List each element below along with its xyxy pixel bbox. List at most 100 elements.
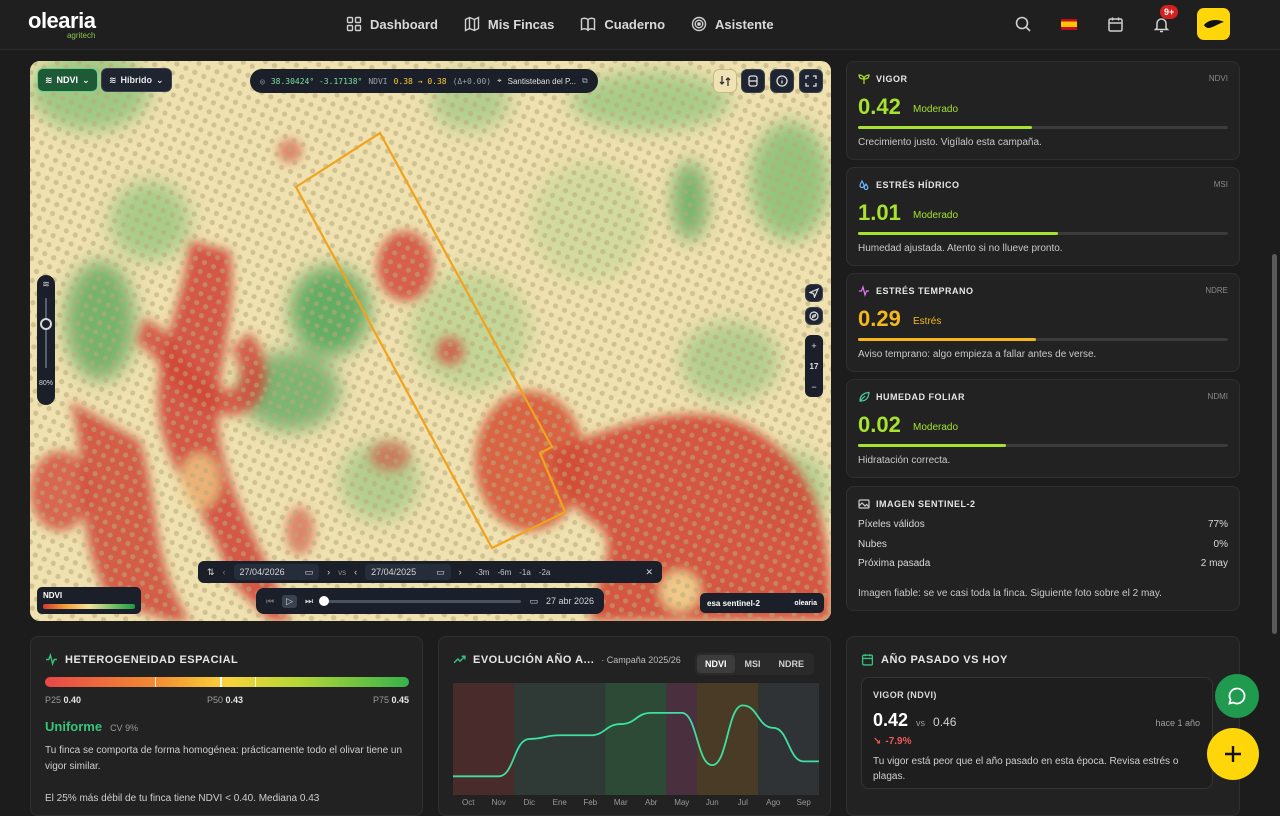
skip-forward-icon[interactable]: ⏭	[305, 596, 313, 607]
opacity-track[interactable]	[45, 298, 47, 368]
basemap-selector[interactable]: ≋ Híbrido ⌄	[101, 68, 172, 92]
x-tick-label: Oct	[462, 798, 475, 807]
split-icon	[747, 75, 759, 87]
metric-value: 1.01	[858, 200, 901, 226]
range-1a-button[interactable]: -1a	[519, 568, 531, 577]
olive-brand-icon	[1203, 18, 1225, 30]
next-date-button[interactable]: ›	[327, 567, 330, 577]
info-button[interactable]	[770, 69, 794, 93]
early-stress-card[interactable]: ESTRÉS TEMPRANO NDRE 0.29 Estrés Aviso t…	[846, 273, 1240, 372]
range-3m-button[interactable]: -3m	[476, 568, 490, 577]
chat-button[interactable]	[1215, 674, 1259, 718]
leaf-moisture-card[interactable]: HUMEDAD FOLIAR NDMI 0.02 Moderado Hidrat…	[846, 379, 1240, 478]
season-band	[484, 683, 515, 795]
metric-description: Hidratación correcta.	[858, 455, 950, 466]
x-tick-label: Nov	[492, 798, 506, 807]
language-button[interactable]	[1059, 14, 1079, 34]
notifications-button[interactable]: 9+	[1151, 14, 1171, 34]
compare-button[interactable]	[713, 69, 737, 93]
legend-title: NDVI	[43, 591, 135, 600]
season-band	[453, 683, 484, 795]
split-view-button[interactable]	[741, 69, 765, 93]
x-tick-label: Sep	[797, 798, 812, 807]
nav-dashboard[interactable]: Dashboard	[346, 16, 438, 32]
ndvi-prefix: NDVI	[368, 77, 387, 86]
x-tick-label: Ago	[766, 798, 781, 807]
timeline-track[interactable]	[321, 600, 521, 603]
basemap-selector-label: Híbrido	[121, 75, 153, 85]
search-button[interactable]	[1013, 14, 1033, 34]
index-tag: MSI	[1214, 180, 1228, 189]
nav-asistente[interactable]: Asistente	[691, 16, 774, 32]
coordinates-text: 38.30424° -3.17138°	[271, 77, 363, 86]
close-icon[interactable]: ✕	[645, 567, 653, 578]
sprout-icon	[858, 73, 870, 85]
calendar-icon	[1107, 16, 1124, 33]
satellite-map[interactable]: ≋ NDVI ⌄ ≋ Híbrido ⌄ ◎ 38.30424° -3.1713…	[30, 61, 831, 621]
season-band	[697, 683, 728, 795]
heterogeneity-gradient	[45, 677, 409, 687]
next-compare-date-button[interactable]: ›	[459, 567, 462, 577]
prev-compare-date-button[interactable]: ‹	[354, 567, 357, 577]
nav-mis-fincas[interactable]: Mis Fincas	[464, 16, 554, 32]
date-to-input[interactable]: 27/04/2025 ▭	[365, 564, 451, 580]
x-tick-label: Ene	[553, 798, 568, 807]
vigor-card[interactable]: VIGOR NDVI 0.42 Moderado Crecimiento jus…	[846, 61, 1240, 160]
x-tick-label: Mar	[614, 798, 628, 807]
opacity-knob[interactable]	[40, 318, 52, 330]
chat-icon	[1227, 686, 1247, 706]
card-title: ESTRÉS TEMPRANO	[858, 285, 974, 297]
p50: P50 0.43	[207, 695, 243, 705]
metric-value: 0.29	[858, 306, 901, 332]
tab-ndre[interactable]: NDRE	[771, 655, 813, 673]
calendar-icon: ▭	[305, 567, 314, 578]
opacity-value: 80%	[39, 380, 53, 387]
profile-button[interactable]	[1197, 8, 1230, 40]
metric-bar	[858, 126, 1228, 129]
metric-bar	[858, 444, 1228, 447]
swap-dates-icon[interactable]: ⇅	[207, 567, 215, 578]
layer-selector[interactable]: ≋ NDVI ⌄	[37, 68, 98, 92]
date-compare-bar: ⇅ ‹ 27/04/2026 ▭ › vs ‹ 27/04/2025 ▭ › -…	[198, 561, 662, 583]
tab-msi[interactable]: MSI	[737, 655, 769, 673]
timeline-player: ⏮ ▷ ⏭ ▭ 27 abr 2026	[256, 588, 604, 614]
map-icon	[464, 16, 480, 32]
calendar-icon: ▭	[436, 567, 445, 578]
skip-back-icon[interactable]: ⏮	[266, 596, 274, 607]
page-scrollbar[interactable]	[1272, 254, 1277, 634]
copy-icon[interactable]: ⧉	[582, 76, 588, 86]
timeline-handle[interactable]	[319, 596, 329, 606]
ndvi-map-canvas	[30, 61, 831, 621]
metric-description: Crecimiento justo. Vigílalo esta campaña…	[858, 137, 1042, 148]
opacity-slider[interactable]: ≋ 80%	[37, 275, 55, 405]
layers-icon: ≋	[45, 75, 53, 86]
prev-date-button[interactable]: ‹	[223, 567, 226, 577]
comparison-box: VIGOR (NDVI) 0.42 vs 0.46 hace 1 año ↘ -…	[861, 677, 1213, 789]
range-6m-button[interactable]: -6m	[497, 568, 511, 577]
calendar-button[interactable]	[1105, 14, 1125, 34]
metric-bar-fill	[858, 444, 1006, 447]
compass-button[interactable]	[805, 307, 823, 325]
grid-icon	[346, 16, 362, 32]
range-2a-button[interactable]: -2a	[539, 568, 551, 577]
water-stress-card[interactable]: ESTRÉS HÍDRICO MSI 1.01 Moderado Humedad…	[846, 167, 1240, 266]
add-button[interactable]	[1207, 728, 1259, 780]
play-button[interactable]: ▷	[282, 595, 297, 608]
fullscreen-button[interactable]	[799, 69, 823, 93]
evolution-line-chart: OctNovDicEneFebMarAbrMayJunJulAgoSep	[453, 683, 819, 813]
nav-cuaderno[interactable]: Cuaderno	[580, 16, 665, 32]
vs-label: vs	[338, 568, 346, 577]
season-band	[575, 683, 606, 795]
logo[interactable]: olearia agritech	[28, 10, 95, 32]
locate-button[interactable]	[805, 284, 823, 302]
leaf-icon	[858, 391, 870, 403]
metric-bar-fill	[858, 232, 1058, 235]
zoom-in-button[interactable]: +	[811, 341, 816, 351]
brand-credit: olearia	[794, 600, 817, 607]
zoom-out-button[interactable]: −	[811, 382, 816, 392]
coordinates-readout: ◎ 38.30424° -3.17138° NDVI 0.38 → 0.38 (…	[250, 69, 598, 93]
season-band	[606, 683, 637, 795]
tab-ndvi[interactable]: NDVI	[697, 655, 735, 673]
nav-dashboard-label: Dashboard	[370, 17, 438, 32]
date-from-input[interactable]: 27/04/2026 ▭	[234, 564, 320, 580]
